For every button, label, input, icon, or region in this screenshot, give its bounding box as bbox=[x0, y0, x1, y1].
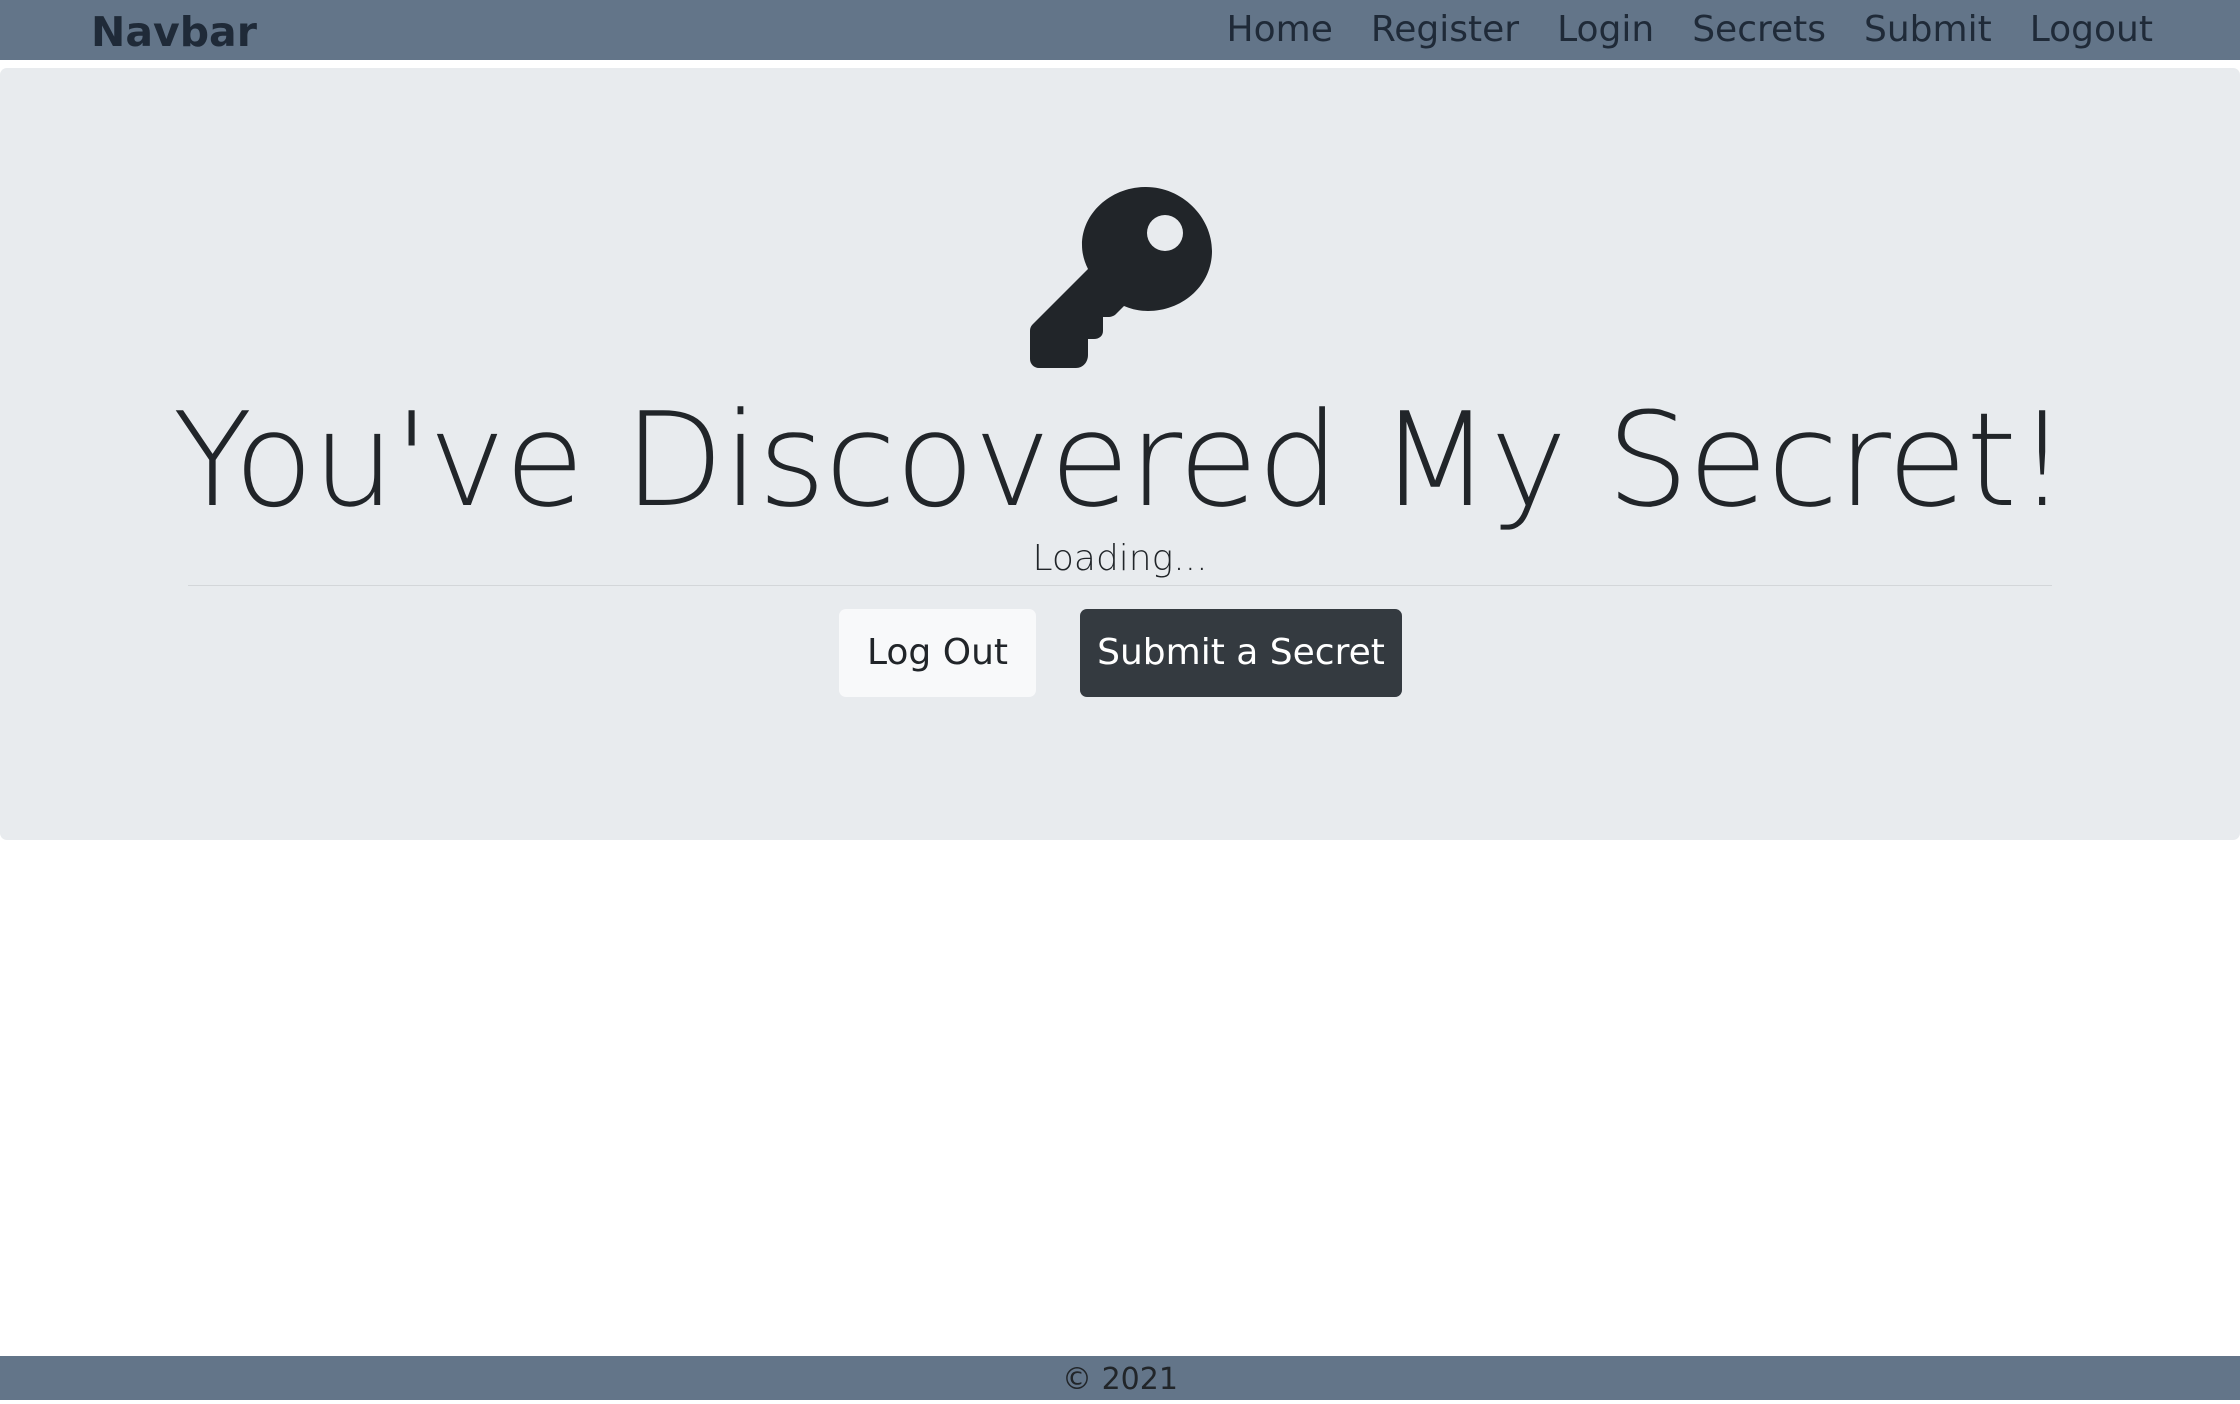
nav-link-register[interactable]: Register bbox=[1371, 9, 1519, 50]
page-title: You've Discovered My Secret! bbox=[172, 384, 2068, 536]
nav-link-secrets[interactable]: Secrets bbox=[1692, 9, 1826, 50]
footer: © 2021 bbox=[0, 1356, 2240, 1400]
nav-link-submit[interactable]: Submit bbox=[1864, 9, 1992, 50]
navbar: Navbar Home Register Login Secrets Submi… bbox=[0, 0, 2240, 60]
loading-status: Loading... bbox=[1032, 538, 1208, 579]
nav-links: Home Register Login Secrets Submit Logou… bbox=[1189, 4, 2153, 54]
nav-link-logout[interactable]: Logout bbox=[2030, 9, 2153, 50]
nav-link-login[interactable]: Login bbox=[1557, 9, 1654, 50]
submit-secret-button[interactable]: Submit a Secret bbox=[1080, 609, 1402, 697]
navbar-brand[interactable]: Navbar bbox=[91, 6, 257, 58]
key-icon bbox=[1030, 187, 1212, 368]
log-out-button[interactable]: Log Out bbox=[839, 609, 1036, 697]
nav-link-home[interactable]: Home bbox=[1227, 9, 1333, 50]
divider bbox=[188, 585, 2052, 586]
copyright-text: © 2021 bbox=[1062, 1362, 1178, 1397]
